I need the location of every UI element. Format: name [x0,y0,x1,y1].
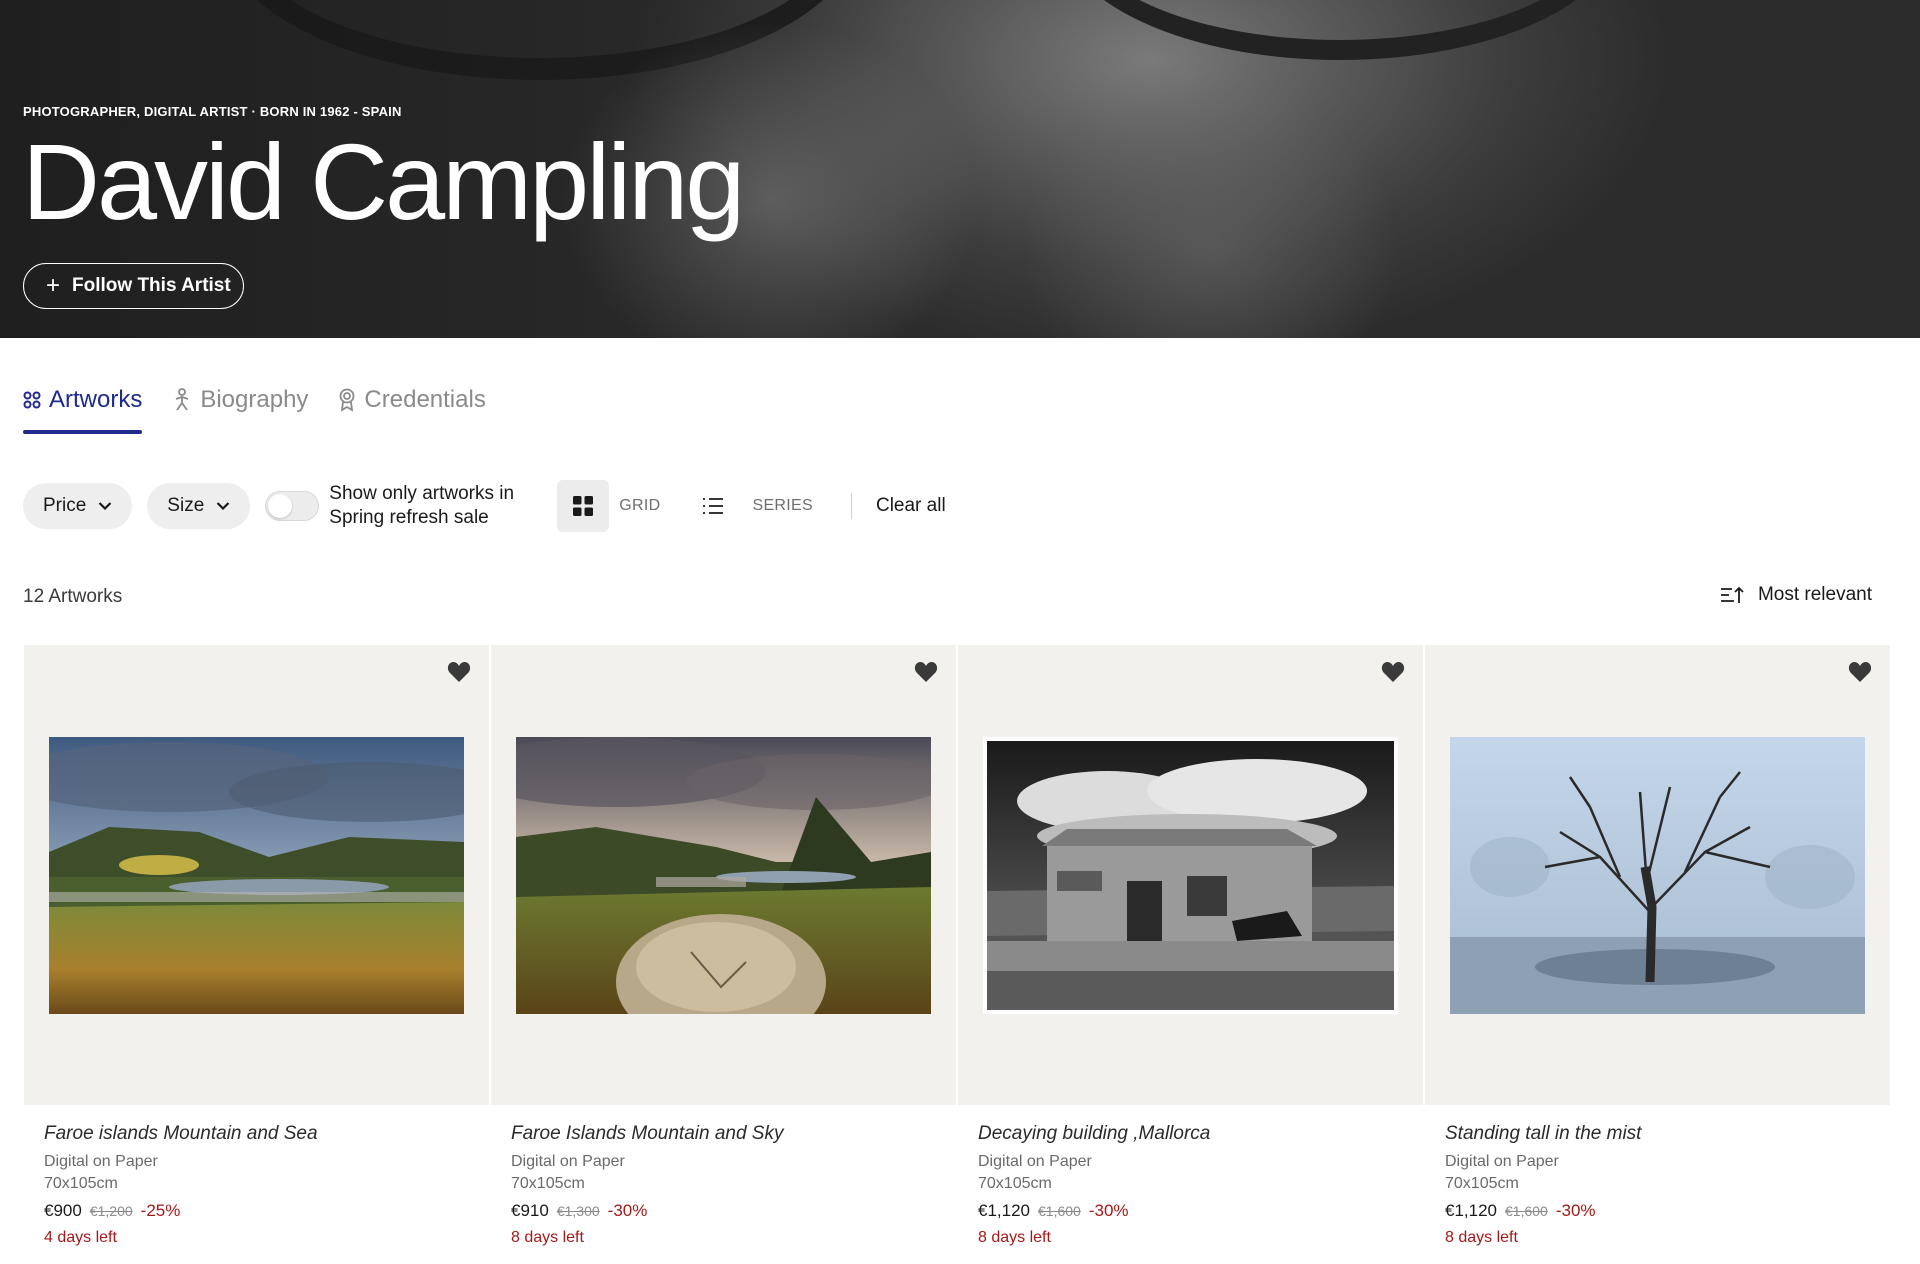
artwork-price: €1,120 [1445,1201,1497,1220]
award-icon [338,388,356,412]
tab-artworks-label: Artworks [49,386,143,413]
sort-icon [1720,585,1744,605]
heart-icon[interactable] [914,661,938,683]
artwork-price: €910 [511,1201,549,1220]
artwork-image-container[interactable] [1425,645,1890,1105]
artwork-discount: -30% [1088,1201,1129,1220]
artist-subtitle: PHOTOGRAPHER, DIGITAL ARTIST · BORN IN 1… [23,104,402,119]
artwork-old-price: €1,200 [89,1203,133,1219]
artwork-size: 70x105cm [44,1175,118,1192]
artwork-grid: Faroe islands Mountain and Sea Digital o… [24,645,1890,1247]
artwork-card[interactable]: Decaying building ,Mallorca Digital on P… [958,645,1423,1247]
price-filter-label: Price [43,495,87,516]
artwork-card[interactable]: Standing tall in the mist Digital on Pap… [1425,645,1890,1247]
heart-icon[interactable] [1381,661,1405,683]
artwork-days-left: 4 days left [44,1229,117,1246]
artwork-medium: Digital on Paper [44,1153,158,1170]
artwork-image-container[interactable] [24,645,489,1105]
artwork-discount: -30% [607,1201,648,1220]
size-filter-label: Size [167,495,205,516]
artist-hero-banner: PHOTOGRAPHER, DIGITAL ARTIST · BORN IN 1… [0,0,1920,338]
artwork-price: €900 [44,1201,82,1220]
sale-only-toggle[interactable] [265,491,320,521]
artwork-title[interactable]: Faroe islands Mountain and Sea [44,1123,469,1145]
artwork-medium: Digital on Paper [978,1153,1092,1170]
artwork-title[interactable]: Faroe Islands Mountain and Sky [511,1123,936,1145]
grid-view-icon [557,480,610,532]
artwork-price-row: €910 €1,300 -30% [511,1201,936,1221]
tab-credentials[interactable]: Credentials [338,380,486,420]
artwork-meta: Decaying building ,Mallorca Digital on P… [958,1123,1423,1247]
artwork-price-row: €1,120 €1,600 -30% [1445,1201,1870,1221]
tab-artworks[interactable]: Artworks [23,380,143,434]
artwork-price-row: €1,120 €1,600 -30% [978,1201,1403,1221]
artist-name: David Campling [22,121,745,242]
artwork-price: €1,120 [978,1201,1030,1220]
artwork-image [1450,736,1865,1014]
sort-dropdown[interactable]: Most relevant [1720,584,1872,606]
artwork-medium: Digital on Paper [511,1153,625,1170]
tab-credentials-label: Credentials [364,386,486,413]
follow-artist-label: Follow This Artist [72,275,231,296]
artwork-size: 70x105cm [511,1175,585,1192]
artwork-meta: Faroe islands Mountain and Sea Digital o… [24,1123,489,1247]
toggle-knob [268,494,293,518]
artwork-meta: Faroe Islands Mountain and Sky Digital o… [491,1123,956,1247]
heart-icon[interactable] [447,661,471,683]
person-icon [172,388,192,412]
clear-all-button[interactable]: Clear all [876,495,946,517]
artist-tabs: Artworks Biography Credentials [23,380,486,434]
follow-artist-button[interactable]: + Follow This Artist [23,263,244,309]
grid-dots-icon [23,391,41,409]
chevron-down-icon [216,501,230,511]
price-filter-dropdown[interactable]: Price [23,483,133,529]
heart-icon[interactable] [1848,661,1872,683]
artwork-old-price: €1,600 [1038,1203,1081,1219]
artwork-price-row: €900 €1,200 -25% [44,1201,469,1221]
artwork-title[interactable]: Standing tall in the mist [1445,1123,1870,1145]
artwork-days-left: 8 days left [511,1229,584,1246]
artwork-title[interactable]: Decaying building ,Mallorca [978,1123,1403,1145]
size-filter-dropdown[interactable]: Size [147,483,251,529]
hero-photo-glasses-right [1060,0,1620,60]
plus-icon: + [46,272,61,299]
artwork-image [49,736,464,1014]
series-view-label: SERIES [752,497,813,514]
artwork-card[interactable]: Faroe islands Mountain and Sea Digital o… [24,645,489,1247]
artwork-medium: Digital on Paper [1445,1153,1559,1170]
artwork-size: 70x105cm [978,1175,1052,1192]
chevron-down-icon [98,501,112,511]
artwork-card[interactable]: Faroe Islands Mountain and Sky Digital o… [491,645,956,1247]
filter-divider [850,493,852,519]
grid-view-label: GRID [619,497,661,514]
artwork-count: 12 Artworks [23,586,123,607]
artwork-image [516,736,931,1014]
artwork-meta: Standing tall in the mist Digital on Pap… [1425,1123,1890,1247]
list-icon [702,497,724,515]
artwork-size: 70x105cm [1445,1175,1519,1192]
artwork-discount: -30% [1555,1201,1596,1220]
tab-biography[interactable]: Biography [172,380,308,420]
sale-only-toggle-label: Show only artworks in Spring refresh sal… [329,483,515,528]
artwork-image-container[interactable] [491,645,956,1105]
filter-bar: Price Size Show only artworks in Spring … [23,480,946,532]
artwork-days-left: 8 days left [978,1229,1051,1246]
tab-biography-label: Biography [200,386,309,413]
artwork-days-left: 8 days left [1445,1229,1518,1246]
series-view-button[interactable]: SERIES [702,497,813,515]
hero-photo-highlight [1020,80,1400,338]
artwork-old-price: €1,600 [1505,1203,1548,1219]
artwork-old-price: €1,300 [556,1203,600,1219]
artwork-image [983,736,1398,1014]
artwork-discount: -25% [140,1201,181,1220]
grid-view-button[interactable]: GRID [557,480,660,532]
artwork-image-container[interactable] [958,645,1423,1105]
sort-label: Most relevant [1757,584,1872,605]
